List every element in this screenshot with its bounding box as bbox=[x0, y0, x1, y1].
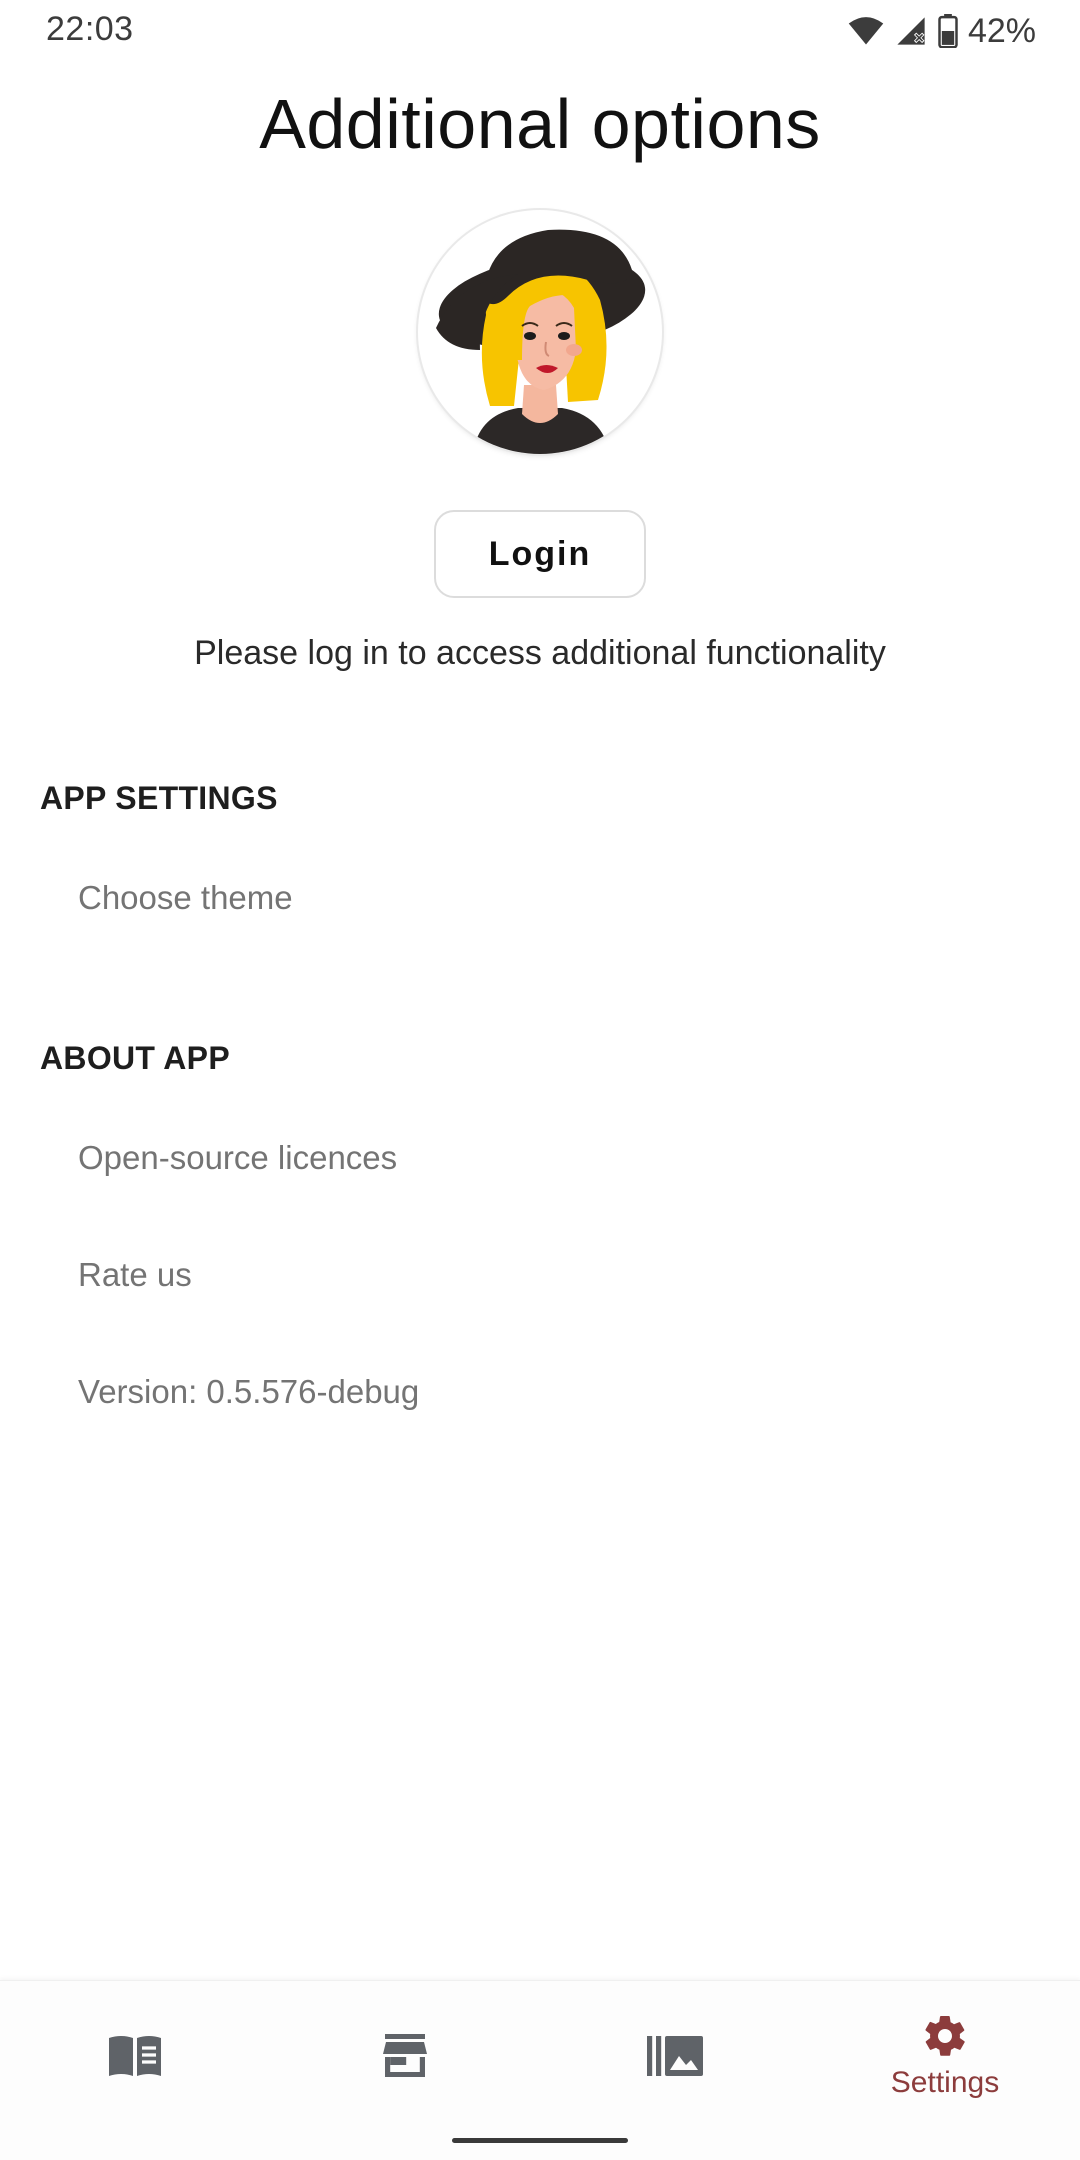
battery-icon bbox=[938, 14, 958, 48]
signal-icon bbox=[897, 17, 925, 45]
nav-item-settings[interactable]: Settings bbox=[810, 1981, 1080, 2131]
battery-percentage: 42% bbox=[967, 11, 1036, 50]
nav-item-read[interactable] bbox=[0, 1981, 270, 2131]
section-header-app-settings: APP SETTINGS bbox=[40, 780, 278, 816]
home-indicator[interactable] bbox=[452, 2138, 628, 2143]
nav-item-collection[interactable] bbox=[540, 1981, 810, 2131]
section-header-about-app: ABOUT APP bbox=[40, 1040, 230, 1076]
open-source-licences-item[interactable]: Open-source licences bbox=[0, 1108, 1080, 1208]
book-icon bbox=[109, 2036, 161, 2076]
status-time: 22:03 bbox=[46, 10, 134, 48]
page-title: Additional options bbox=[259, 85, 821, 163]
avatar[interactable] bbox=[418, 210, 662, 454]
status-icons: 42% bbox=[848, 10, 1036, 52]
version-item[interactable]: Version: 0.5.576-debug bbox=[0, 1342, 1080, 1442]
login-button[interactable]: Login bbox=[434, 510, 646, 598]
gear-icon bbox=[925, 2015, 965, 2056]
login-hint: Please log in to access additional funct… bbox=[194, 634, 886, 672]
nav-label-settings: Settings bbox=[890, 2066, 1000, 2099]
gallery-icon bbox=[647, 2036, 703, 2076]
rate-us-item[interactable]: Rate us bbox=[0, 1225, 1080, 1325]
nav-item-store[interactable] bbox=[270, 1981, 540, 2131]
avatar-image bbox=[436, 229, 646, 454]
choose-theme-item[interactable]: Choose theme bbox=[0, 848, 1080, 948]
store-icon bbox=[383, 2034, 427, 2077]
wifi-icon bbox=[848, 17, 884, 45]
status-bar: 22:03 42% bbox=[0, 0, 1080, 62]
bottom-navigation: Settings bbox=[0, 1980, 1080, 2160]
